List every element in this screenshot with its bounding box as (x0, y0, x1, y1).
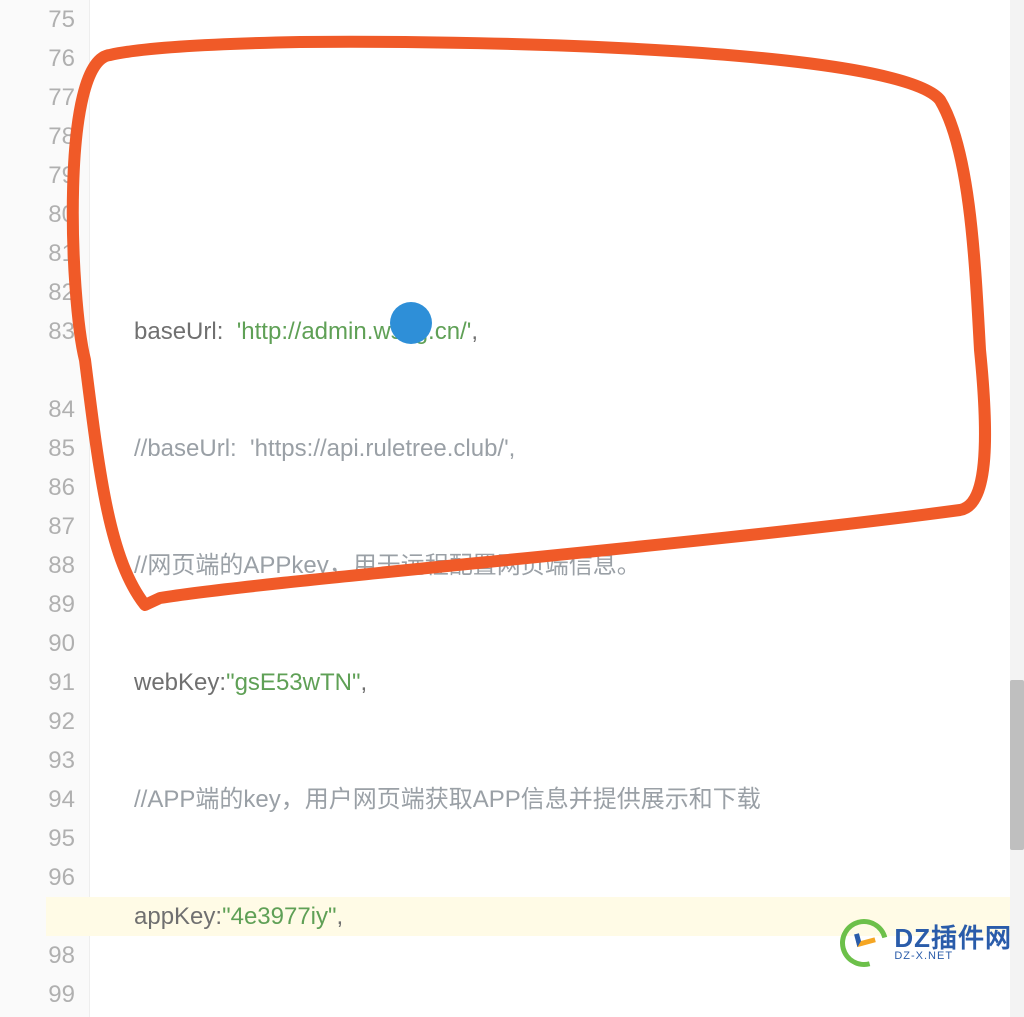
code-line[interactable]: //APP端的key，用户网页端获取APP信息并提供展示和下载 (134, 780, 1024, 819)
code-line[interactable]: //网页端的APPkey，用于远程配置网页端信息。 (134, 546, 1024, 585)
line-number: 76 (0, 39, 75, 78)
comment: //网页端的APPkey，用于远程配置网页端信息。 (134, 552, 641, 579)
property-key: webKey: (134, 669, 226, 696)
line-number: 78 (0, 117, 75, 156)
code-line[interactable] (134, 78, 1024, 117)
line-number: 92 (0, 702, 75, 741)
punctuation: , (360, 669, 367, 696)
line-number: 89 (0, 585, 75, 624)
line-number: 86 (0, 468, 75, 507)
line-number: 81 (0, 234, 75, 273)
property-key: appKey: (134, 903, 222, 930)
line-number: 93 (0, 741, 75, 780)
text-cursor-handle-icon[interactable] (390, 302, 432, 344)
line-number: 75 (0, 0, 75, 39)
watermark-subtitle: DZ-X.NET (894, 951, 1012, 962)
line-number: 99 (0, 975, 75, 1014)
line-number: 87 (0, 507, 75, 546)
code-content[interactable]: baseUrl: 'http://admin.wsvg.cn/', //base… (90, 0, 1024, 1017)
watermark-text: DZ插件网 DZ-X.NET (894, 925, 1012, 962)
line-number: 94 (0, 780, 75, 819)
line-number: 80 (0, 195, 75, 234)
line-number: 77 (0, 78, 75, 117)
punctuation: , (337, 903, 344, 930)
line-number: 90 (0, 624, 75, 663)
line-number: 95 (0, 819, 75, 858)
watermark-title: DZ插件网 (894, 925, 1012, 951)
string-literal: 'http://admin.wsvg.cn/' (237, 318, 472, 345)
string-literal: "gsE53wTN" (226, 669, 360, 696)
line-number: 85 (0, 429, 75, 468)
comment: //APP端的key，用户网页端获取APP信息并提供展示和下载 (134, 786, 761, 813)
line-number (0, 351, 75, 390)
line-number: 88 (0, 546, 75, 585)
line-number: 91 (0, 663, 75, 702)
code-line[interactable]: //baseUrl: 'https://api.ruletree.club/', (134, 429, 1024, 468)
comment: //baseUrl: 'https://api.ruletree.club/', (134, 435, 515, 462)
line-number: 83 (0, 312, 75, 351)
line-number: 84 (0, 390, 75, 429)
property-key: baseUrl: (134, 318, 237, 345)
watermark-logo-icon (832, 910, 898, 976)
code-line[interactable]: baseUrl: 'http://admin.wsvg.cn/', (134, 312, 1024, 351)
vertical-scrollbar-thumb[interactable] (1010, 680, 1024, 850)
code-line[interactable] (134, 195, 1024, 234)
code-line[interactable]: webKey:"gsE53wTN", (134, 663, 1024, 702)
line-number: 82 (0, 273, 75, 312)
line-number: 98 (0, 936, 75, 975)
string-literal: "4e3977iy" (222, 903, 336, 930)
watermark: DZ插件网 DZ-X.NET (840, 919, 1012, 967)
punctuation: , (471, 318, 478, 345)
code-editor[interactable]: 75 76 77 78 79 80 81 82 83 84 85 86 87 8… (0, 0, 1024, 1017)
line-number-gutter: 75 76 77 78 79 80 81 82 83 84 85 86 87 8… (0, 0, 90, 1017)
line-number: 79 (0, 156, 75, 195)
vertical-scrollbar-track[interactable] (1010, 0, 1024, 1017)
line-number: 96 (0, 858, 75, 897)
